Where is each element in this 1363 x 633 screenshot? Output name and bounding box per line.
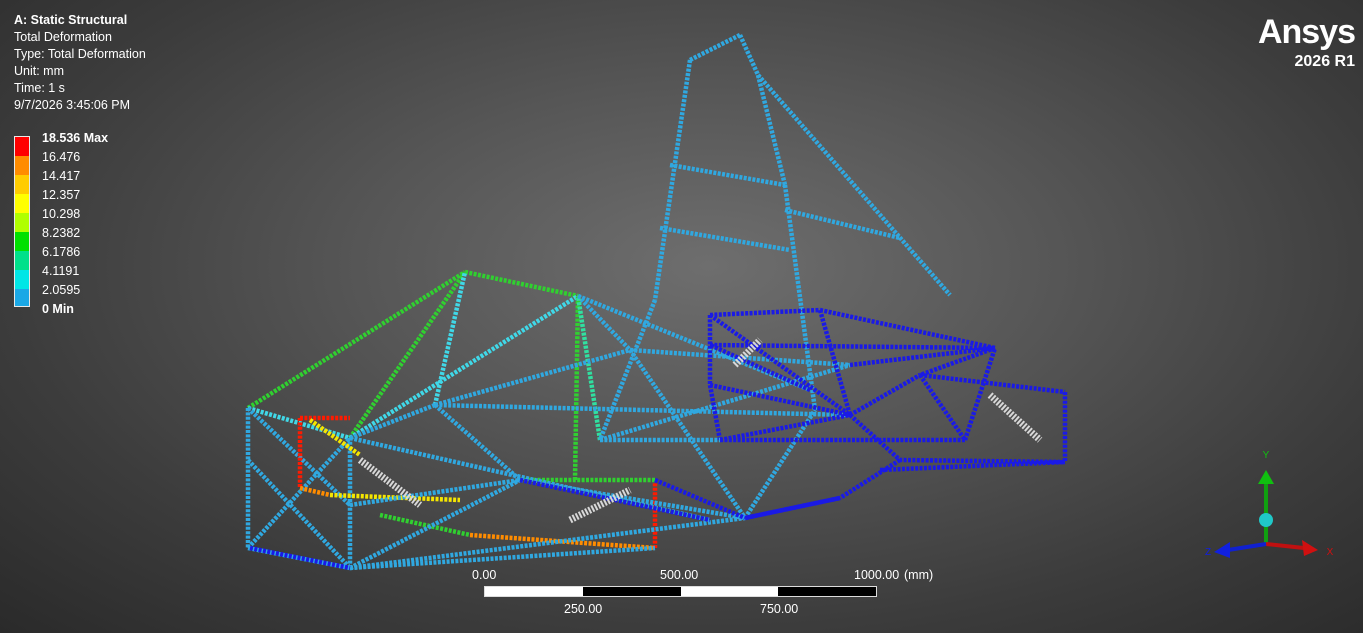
scale-label: 1000.00 (854, 568, 900, 582)
triad-center-icon (1259, 513, 1273, 527)
triad-y-label: Y (1263, 450, 1270, 461)
frame-tube (918, 373, 967, 442)
z-axis-icon (1227, 542, 1267, 552)
frame-tube (737, 34, 761, 76)
frame-tube (962, 347, 998, 441)
frame-tube (755, 74, 788, 186)
frame-tube (572, 295, 581, 481)
z-arrowhead-icon (1214, 542, 1230, 558)
triad-x-label: X (1327, 547, 1334, 558)
frame-tube (652, 59, 693, 301)
frame-tube (599, 362, 851, 443)
frame-tube (349, 545, 656, 571)
triad-z-label: Z (1205, 547, 1211, 558)
scale-bar (484, 586, 877, 597)
frame-tube (819, 307, 996, 351)
frame-tube (433, 403, 522, 482)
scale-label: 0.00 (472, 568, 497, 582)
y-arrowhead-icon (1258, 470, 1274, 484)
frame-tube (919, 372, 1066, 395)
axis-triad[interactable]: Y X Z (1200, 440, 1340, 565)
frame-tube (299, 485, 331, 498)
frame-tube (348, 294, 580, 440)
damper-spring (987, 392, 1043, 443)
frame-tube (848, 413, 902, 462)
frame-tube (669, 162, 786, 188)
scale-label: 750.00 (760, 602, 799, 616)
frame-tube (348, 270, 467, 440)
scale-ruler: 0.00 500.00 1000.00 (mm) 250.00 750.00 (470, 566, 940, 626)
scale-unit: (mm) (904, 568, 934, 582)
frame-tube (246, 270, 467, 410)
scale-label: 250.00 (564, 602, 603, 616)
frame-tube (848, 373, 922, 417)
scale-label: 500.00 (660, 568, 699, 582)
frame-tube (688, 32, 742, 63)
frame-tube (349, 515, 746, 571)
frame-tube (719, 412, 851, 443)
model-viewport[interactable] (0, 0, 1363, 633)
frame-tube (434, 402, 851, 418)
frame-tube (597, 299, 658, 441)
frame-tube (784, 207, 901, 241)
frame-tube (782, 184, 818, 411)
x-arrowhead-icon (1302, 540, 1318, 556)
frame-tube (628, 348, 747, 520)
x-axis-icon (1265, 542, 1305, 550)
frame-tube (659, 225, 791, 253)
frame-tube (379, 512, 471, 538)
frame-tube (464, 269, 579, 299)
frame-tube (743, 408, 817, 520)
frame-tube (838, 458, 902, 500)
frame-tube (434, 347, 631, 408)
